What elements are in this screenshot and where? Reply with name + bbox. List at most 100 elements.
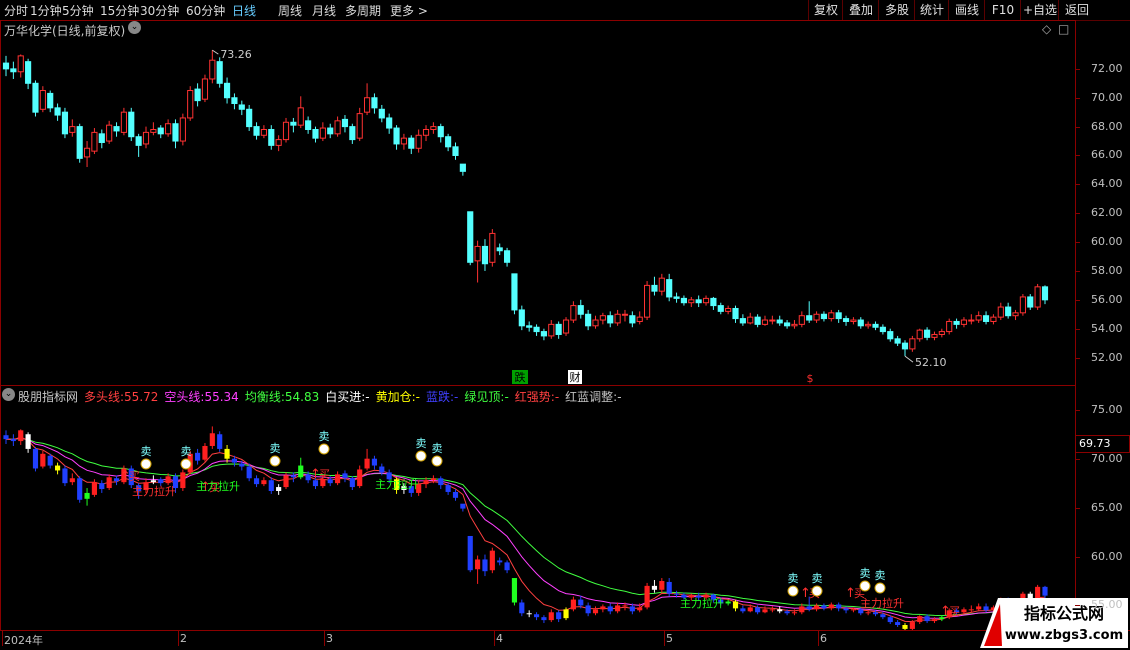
indicator-line-1 bbox=[5, 437, 1046, 619]
candle bbox=[201, 74, 209, 103]
y-tick bbox=[1075, 155, 1080, 157]
candle bbox=[1012, 309, 1019, 321]
period-toolbar: 分时 1分钟 5分钟 15分钟 30分钟 60分钟 日线 周线 月线 多周期 更多 > 复权 叠加 多股统… bbox=[0, 0, 1130, 21]
y-tick bbox=[1075, 556, 1080, 558]
candle bbox=[194, 83, 201, 107]
candle bbox=[503, 247, 511, 267]
candle bbox=[489, 229, 496, 267]
period-2[interactable]: 5分钟 bbox=[62, 2, 94, 19]
toolbar-button-1[interactable]: 叠加 bbox=[842, 0, 879, 20]
report-marker[interactable]: 财 bbox=[568, 370, 582, 384]
high-price-label: 73.26 bbox=[220, 48, 252, 61]
toolbar-button-3[interactable]: 统计 bbox=[914, 0, 949, 20]
x-tick bbox=[324, 630, 325, 646]
candle bbox=[946, 318, 953, 335]
toolbar-button-0[interactable]: 复权 bbox=[808, 0, 843, 20]
candle bbox=[938, 328, 945, 338]
period-3[interactable]: 15分钟 bbox=[100, 2, 139, 19]
candle bbox=[408, 135, 415, 155]
period-8[interactable]: 月线 bbox=[312, 2, 336, 19]
toolbar-button-6[interactable]: +自选 bbox=[1020, 0, 1059, 20]
indicator-bar bbox=[55, 462, 61, 475]
indicator-bar bbox=[195, 448, 201, 465]
y-tick-label: 52.00 bbox=[1091, 350, 1123, 364]
candle bbox=[533, 324, 540, 336]
indicator-bar bbox=[615, 602, 621, 614]
candle bbox=[968, 314, 975, 325]
candlestick-chart[interactable]: 73.26 52.10 跌 财 $ bbox=[0, 20, 1075, 385]
y-tick bbox=[1075, 458, 1080, 460]
toolbar-button-2[interactable]: 多股 bbox=[878, 0, 915, 20]
candle bbox=[386, 113, 393, 134]
svg-text:卖: 卖 bbox=[141, 445, 152, 458]
period-9[interactable]: 多周期 bbox=[345, 2, 381, 19]
candle bbox=[25, 58, 32, 90]
indicator-bar bbox=[357, 465, 363, 489]
candle bbox=[39, 86, 46, 113]
candle bbox=[599, 312, 606, 325]
indicator-bar bbox=[40, 450, 46, 469]
indicator-bar bbox=[113, 475, 120, 486]
indicator-bar bbox=[489, 547, 495, 574]
candle bbox=[157, 125, 164, 139]
indicator-line-2 bbox=[5, 436, 1046, 623]
surge-signal: 主力拉升 bbox=[132, 484, 176, 498]
toolbar-button-4[interactable]: 画线 bbox=[948, 0, 985, 20]
indicator-bar bbox=[84, 488, 90, 506]
candle bbox=[614, 309, 621, 326]
event-marker[interactable]: $ bbox=[807, 372, 814, 385]
candle bbox=[32, 80, 39, 117]
y-tick bbox=[1075, 299, 1080, 301]
candle bbox=[452, 142, 459, 160]
indicator-bar bbox=[777, 606, 783, 614]
candle bbox=[791, 320, 798, 329]
candle bbox=[260, 125, 267, 139]
period-0[interactable]: 分时 bbox=[4, 2, 28, 19]
candle bbox=[113, 122, 120, 137]
candle bbox=[901, 340, 909, 357]
candle bbox=[865, 321, 872, 329]
sell-signal: 卖 bbox=[811, 572, 823, 597]
high-pointer bbox=[212, 49, 219, 55]
buy-signal: ↑买 bbox=[310, 467, 330, 482]
x-tick-label: 6 bbox=[820, 632, 827, 645]
y-tick bbox=[1075, 409, 1080, 411]
candle bbox=[98, 129, 105, 149]
candle bbox=[784, 320, 791, 329]
period-5[interactable]: 60分钟 bbox=[186, 2, 225, 19]
y-tick-label: 58.00 bbox=[1091, 263, 1123, 277]
candle bbox=[231, 93, 238, 110]
indicator-bar bbox=[740, 605, 746, 614]
svg-text:卖: 卖 bbox=[416, 437, 427, 450]
candle bbox=[1019, 294, 1026, 316]
x-axis-line bbox=[0, 630, 1130, 631]
candle bbox=[850, 317, 857, 325]
candle bbox=[872, 321, 879, 331]
y-tick-label: 70.00 bbox=[1091, 451, 1123, 465]
period-1[interactable]: 1分钟 bbox=[30, 2, 62, 19]
indicator-bar bbox=[32, 446, 39, 472]
candle bbox=[629, 311, 636, 328]
indicator-chart[interactable]: ↑买↑买↑买↑买↑买↑买卖卖卖卖卖卖卖卖卖卖主力拉升主力拉升主力拉升主力拉升主力… bbox=[0, 385, 1075, 630]
indicator-bar bbox=[828, 602, 834, 611]
indicator-bar bbox=[607, 603, 613, 615]
indicator-bar bbox=[349, 476, 355, 490]
toolbar-button-7[interactable]: 返回 bbox=[1058, 0, 1095, 20]
candle bbox=[975, 311, 982, 323]
period-10[interactable]: 更多 > bbox=[390, 2, 428, 19]
candle bbox=[806, 301, 813, 323]
toolbar-button-5[interactable]: F10 bbox=[984, 0, 1021, 20]
candle bbox=[710, 296, 717, 310]
y-tick-label: 56.00 bbox=[1091, 292, 1123, 306]
candle bbox=[319, 122, 326, 142]
indicator-bar bbox=[585, 602, 591, 617]
period-4[interactable]: 30分钟 bbox=[140, 2, 179, 19]
candle bbox=[518, 305, 525, 331]
y-tick bbox=[1075, 213, 1080, 215]
indicator-bar bbox=[548, 609, 554, 623]
indicator-bar bbox=[895, 620, 901, 627]
indicator-bar bbox=[253, 475, 260, 488]
period-6[interactable]: 日线 bbox=[232, 2, 256, 19]
period-7[interactable]: 周线 bbox=[278, 2, 302, 19]
fall-marker[interactable]: 跌 bbox=[512, 370, 528, 384]
